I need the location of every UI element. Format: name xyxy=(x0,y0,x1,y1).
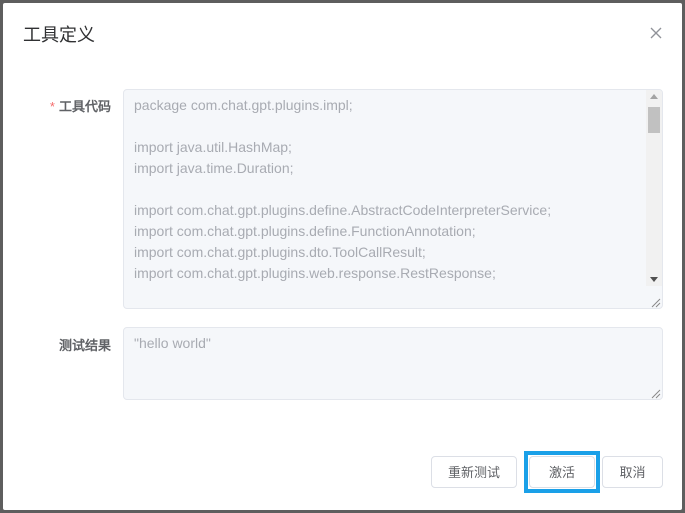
resize-grip-icon[interactable] xyxy=(649,295,661,308)
result-value: "hello world" xyxy=(134,335,211,351)
code-line: import java.util.HashMap; xyxy=(134,139,292,155)
code-line: import com.chat.gpt.plugins.web.response… xyxy=(134,265,496,281)
code-field-label-text: 工具代码 xyxy=(58,99,111,114)
code-textarea[interactable]: package com.chat.gpt.plugins.impl; import… xyxy=(123,89,663,309)
activate-button[interactable]: 激活 xyxy=(529,456,595,488)
tool-definition-dialog: 工具定义 * 工具代码 package com.chat.gpt.plugins.… xyxy=(3,3,682,510)
code-scrollbar[interactable] xyxy=(646,90,662,286)
code-content: package com.chat.gpt.plugins.impl; import… xyxy=(134,95,642,284)
close-icon[interactable] xyxy=(648,25,664,41)
result-field-label: 测试结果 xyxy=(58,338,111,353)
code-line: import java.time.Duration; xyxy=(134,160,294,176)
code-line: import com.chat.gpt.plugins.define.Funct… xyxy=(134,223,476,239)
retest-button[interactable]: 重新测试 xyxy=(431,456,517,488)
dialog-title: 工具定义 xyxy=(23,25,95,45)
scroll-up-arrow-icon[interactable] xyxy=(650,94,658,99)
code-line: import com.chat.gpt.plugins.define.Abstr… xyxy=(134,202,552,218)
result-textarea[interactable]: "hello world" xyxy=(123,327,663,400)
resize-grip-icon[interactable] xyxy=(649,386,661,399)
cancel-button[interactable]: 取消 xyxy=(602,456,663,488)
code-field-label: * 工具代码 xyxy=(50,96,111,115)
code-line: import com.chat.gpt.plugins.dto.ToolCall… xyxy=(134,244,426,260)
scroll-thumb[interactable] xyxy=(648,107,660,133)
code-line: package com.chat.gpt.plugins.impl; xyxy=(134,97,353,113)
scroll-down-arrow-icon[interactable] xyxy=(650,277,658,282)
required-mark: * xyxy=(49,99,55,114)
